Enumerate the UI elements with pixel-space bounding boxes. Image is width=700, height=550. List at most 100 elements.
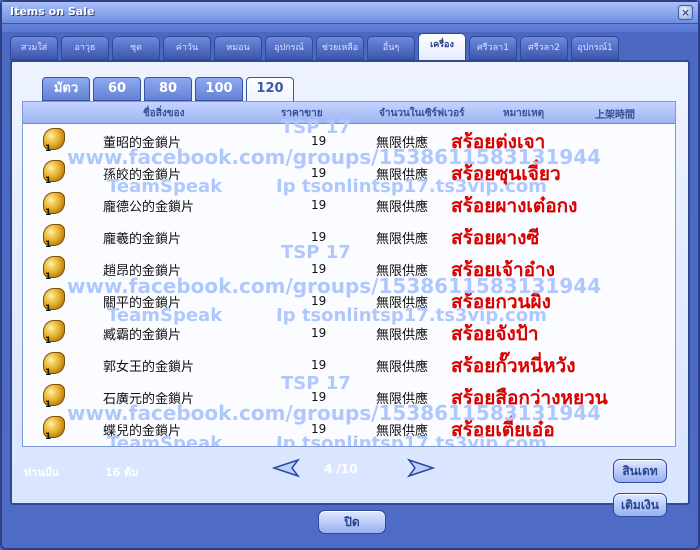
item-note: สร้อยกวนผิง <box>451 291 551 313</box>
column-name: ชื่อสิ่งของ <box>143 108 185 119</box>
tab-4[interactable]: หมอน <box>214 36 262 60</box>
item-supply: 無限供應 <box>376 232 429 247</box>
subtab-0[interactable]: มัตว <box>42 77 90 101</box>
item-price: 19 <box>311 422 327 436</box>
window-title: Items on Sale <box>10 5 95 18</box>
item-name: 趙昂的金鎖片 <box>103 264 182 279</box>
tab-1[interactable]: อาวุธ <box>61 36 109 60</box>
item-quantity: 1 <box>45 368 52 378</box>
item-quantity: 1 <box>45 400 52 410</box>
subtab-2[interactable]: 80 <box>144 77 192 101</box>
tab-0[interactable]: สวมใส่ <box>10 36 58 60</box>
tab-3[interactable]: ค่าวัน <box>163 36 211 60</box>
item-quantity: 1 <box>45 304 52 314</box>
item-row[interactable]: 1 孫皎的金鎖片 19 無限供應 สร้อยซุนเจี๋ยว <box>23 156 675 188</box>
tab-7[interactable]: อื่นๆ <box>367 36 415 60</box>
items-list: ชื่อสิ่งของ ราคาขาย จำนวนในเซิร์ฟเวอร์ ห… <box>22 101 676 447</box>
item-quantity: 1 <box>45 272 52 282</box>
close-icon[interactable]: × <box>678 5 693 20</box>
item-note: สร้อยต่งเจา <box>451 131 546 153</box>
list-header: ชื่อสิ่งของ ราคาขาย จำนวนในเซิร์ฟเวอร์ ห… <box>23 102 675 124</box>
item-note: สร้อยผางเต๋อกง <box>451 195 578 217</box>
page-total: /10 <box>336 462 358 476</box>
item-price: 19 <box>311 262 327 276</box>
level-subtabs: มัตว 60 80 100 120 <box>42 77 302 103</box>
item-quantity: 1 <box>45 432 52 442</box>
item-quantity: 1 <box>45 208 52 218</box>
column-supply: จำนวนในเซิร์ฟเวอร์ <box>379 108 465 119</box>
item-name: 董昭的金鎖片 <box>103 136 182 151</box>
tab-9[interactable]: ศรีวลา1 <box>469 36 517 60</box>
item-price: 19 <box>311 326 327 340</box>
item-note: สร้อยซุนเจี๋ยว <box>451 163 561 185</box>
item-row[interactable]: 1 龐羲的金鎖片 19 無限供應 สร้อยผางซี <box>23 220 675 252</box>
tab-2[interactable]: ชุด <box>112 36 160 60</box>
tab-8[interactable]: เครื่อง <box>418 33 466 61</box>
tab-11[interactable]: อุปกรณ์1 <box>571 36 619 60</box>
item-supply: 無限供應 <box>376 264 429 279</box>
item-supply: 無限供應 <box>376 296 429 311</box>
side-button-1[interactable]: สินเดท <box>613 459 667 483</box>
item-quantity: 1 <box>45 240 52 250</box>
tab-10[interactable]: ศรีวลา2 <box>520 36 568 60</box>
item-quantity: 1 <box>45 336 52 346</box>
item-name: 龐德公的金鎖片 <box>103 200 195 215</box>
item-price: 19 <box>311 294 327 308</box>
item-price: 19 <box>311 358 327 372</box>
item-name: 龐羲的金鎖片 <box>103 232 182 247</box>
item-row[interactable]: 1 關平的金鎖片 19 無限供應 สร้อยกวนผิง <box>23 284 675 316</box>
current-page: 4 <box>324 462 333 476</box>
item-supply: 無限供應 <box>376 424 429 439</box>
funds-label: ท่านมีแ <box>24 466 60 479</box>
item-note: สร้อยผางซี <box>451 227 540 249</box>
item-note: สร้อยสือกว่างหยวน <box>451 387 608 409</box>
title-bar[interactable]: Items on Sale × <box>2 2 698 24</box>
item-supply: 無限供應 <box>376 168 429 183</box>
item-row[interactable]: 1 石廣元的金鎖片 19 無限供應 สร้อยสือกว่างหยวน <box>23 380 675 412</box>
item-row[interactable]: 1 董昭的金鎖片 19 無限供應 สร้อยต่งเจา <box>23 124 675 156</box>
item-price: 19 <box>311 390 327 404</box>
item-name: 關平的金鎖片 <box>103 296 182 311</box>
item-name: 石廣元的金鎖片 <box>103 392 195 407</box>
item-name: 蝶兒的金鎖片 <box>103 424 182 439</box>
item-row[interactable]: 1 臧霸的金鎖片 19 無限供應 สร้อยจังป้า <box>23 316 675 348</box>
item-name: 臧霸的金鎖片 <box>103 328 182 343</box>
item-row[interactable]: 1 龐德公的金鎖片 19 無限供應 สร้อยผางเต๋อกง <box>23 188 675 220</box>
subtab-1[interactable]: 60 <box>93 77 141 101</box>
item-supply: 無限供應 <box>376 136 429 151</box>
item-note: สร้อยจังป้า <box>451 323 539 345</box>
item-price: 19 <box>311 230 327 244</box>
column-extra: 上架時間 <box>595 110 635 121</box>
item-supply: 無限供應 <box>376 200 429 215</box>
item-supply: 無限供應 <box>376 328 429 343</box>
column-price: ราคาขาย <box>281 108 323 119</box>
item-price: 19 <box>311 166 327 180</box>
previous-page-icon[interactable] <box>272 458 300 478</box>
page-indicator: 4 /10 <box>324 462 358 476</box>
item-row[interactable]: 1 蝶兒的金鎖片 19 無限供應 สร้อยเตี๋ยเอ๋อ <box>23 412 675 444</box>
category-tabs: สวมใส่ อาวุธ ชุด ค่าวัน หมอน อุปกรณ์ ช่ว… <box>10 33 690 61</box>
item-quantity: 1 <box>45 144 52 154</box>
subtab-3[interactable]: 100 <box>195 77 243 101</box>
column-note: หมายเหตุ <box>503 108 545 119</box>
subtab-4[interactable]: 120 <box>246 77 294 103</box>
item-note: สร้อยเจ้าอ๋าง <box>451 259 555 281</box>
items-on-sale-window: Items on Sale × สวมใส่ อาวุธ ชุด ค่าวัน … <box>0 0 700 550</box>
funds-count: 16 ต้ม <box>105 466 139 479</box>
item-name: 郭女王的金鎖片 <box>103 360 195 375</box>
tab-5[interactable]: อุปกรณ์ <box>265 36 313 60</box>
tab-6[interactable]: ช่วยเหลือ <box>316 36 364 60</box>
item-row[interactable]: 1 郭女王的金鎖片 19 無限供應 สร้อยกั๊วหนี่หวัง <box>23 348 675 380</box>
close-button[interactable]: ปิด <box>318 510 386 534</box>
item-row[interactable]: 1 趙昂的金鎖片 19 無限供應 สร้อยเจ้าอ๋าง <box>23 252 675 284</box>
top-up-button[interactable]: เติมเงิน <box>613 493 667 517</box>
item-price: 19 <box>311 134 327 148</box>
item-note: สร้อยกั๊วหนี่หวัง <box>451 355 576 377</box>
next-page-icon[interactable] <box>407 458 435 478</box>
item-supply: 無限供應 <box>376 360 429 375</box>
item-supply: 無限供應 <box>376 392 429 407</box>
item-quantity: 1 <box>45 176 52 186</box>
item-note: สร้อยเตี๋ยเอ๋อ <box>451 419 555 441</box>
item-price: 19 <box>311 198 327 212</box>
item-name: 孫皎的金鎖片 <box>103 168 182 183</box>
